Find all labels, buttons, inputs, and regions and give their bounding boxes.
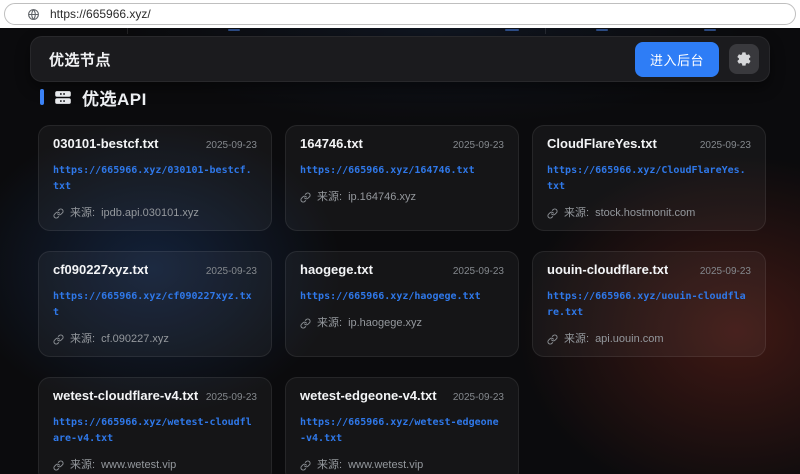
source-value: ip.haogege.xyz	[348, 316, 422, 330]
card-date: 2025-09-23	[206, 266, 257, 277]
card-url-link[interactable]: https://665966.xyz/164746.txt	[300, 163, 504, 179]
link-icon	[300, 318, 311, 329]
card-source: 来源: stock.hostmonit.com	[547, 206, 751, 220]
card-source: 来源: ipdb.api.030101.xyz	[53, 206, 257, 220]
page-background: 优选节点 进入后台 优选API 030101-b	[0, 28, 800, 474]
card-title: wetest-cloudflare-v4.txt	[53, 388, 198, 404]
scrolled-content-remnant	[545, 28, 546, 34]
card-url-link[interactable]: https://665966.xyz/haogege.txt	[300, 289, 504, 305]
card-title: cf090227xyz.txt	[53, 262, 148, 278]
card-source: 来源: api.uouin.com	[547, 332, 751, 346]
card-url-link[interactable]: https://665966.xyz/uouin-cloudflare.txt	[547, 289, 751, 321]
card-source: 来源: ip.164746.xyz	[300, 190, 504, 204]
card-title: wetest-edgeone-v4.txt	[300, 388, 437, 404]
card-title: uouin-cloudflare.txt	[547, 262, 668, 278]
source-label: 来源:	[317, 316, 342, 330]
card-title: haogege.txt	[300, 262, 373, 278]
source-value: www.wetest.vip	[348, 458, 423, 472]
sticky-header: 优选节点 进入后台	[30, 36, 770, 82]
source-label: 来源:	[70, 206, 95, 220]
link-icon	[53, 208, 64, 219]
api-card: uouin-cloudflare.txt 2025-09-23 https://…	[532, 251, 766, 357]
card-url-link[interactable]: https://665966.xyz/wetest-edgeone-v4.txt	[300, 415, 504, 447]
link-icon	[300, 192, 311, 203]
api-card: haogege.txt 2025-09-23 https://665966.xy…	[285, 251, 519, 357]
card-date: 2025-09-23	[700, 266, 751, 277]
card-header: 030101-bestcf.txt 2025-09-23	[53, 136, 257, 152]
scrolled-content-remnant	[704, 29, 716, 31]
source-label: 来源:	[564, 206, 589, 220]
api-card: 164746.txt 2025-09-23 https://665966.xyz…	[285, 125, 519, 231]
card-url-link[interactable]: https://665966.xyz/CloudFlareYes.txt	[547, 163, 751, 195]
card-date: 2025-09-23	[700, 140, 751, 151]
link-icon	[300, 460, 311, 471]
source-value: stock.hostmonit.com	[595, 206, 695, 220]
api-card: wetest-edgeone-v4.txt 2025-09-23 https:/…	[285, 377, 519, 474]
link-icon	[53, 460, 64, 471]
card-header: CloudFlareYes.txt 2025-09-23	[547, 136, 751, 152]
source-label: 来源:	[564, 332, 589, 346]
card-header: cf090227xyz.txt 2025-09-23	[53, 262, 257, 278]
api-card-grid: 030101-bestcf.txt 2025-09-23 https://665…	[38, 125, 766, 474]
card-url-link[interactable]: https://665966.xyz/wetest-cloudflare-v4.…	[53, 415, 257, 447]
section-title: 优选API	[82, 85, 147, 110]
link-icon	[547, 334, 558, 345]
card-source: 来源: www.wetest.vip	[53, 458, 257, 472]
source-label: 来源:	[70, 458, 95, 472]
source-label: 来源:	[70, 332, 95, 346]
card-date: 2025-09-23	[453, 392, 504, 403]
card-title: 164746.txt	[300, 136, 363, 152]
api-card: CloudFlareYes.txt 2025-09-23 https://665…	[532, 125, 766, 231]
address-bar[interactable]: https://665966.xyz/	[4, 3, 796, 25]
card-title: CloudFlareYes.txt	[547, 136, 657, 152]
source-value: www.wetest.vip	[101, 458, 176, 472]
card-header: wetest-cloudflare-v4.txt 2025-09-23	[53, 388, 257, 404]
scrolled-content-remnant	[505, 29, 519, 31]
settings-button[interactable]	[729, 44, 759, 74]
link-icon	[547, 208, 558, 219]
card-header: wetest-edgeone-v4.txt 2025-09-23	[300, 388, 504, 404]
url-text: https://665966.xyz/	[50, 7, 151, 21]
api-card: cf090227xyz.txt 2025-09-23 https://66596…	[38, 251, 272, 357]
source-value: api.uouin.com	[595, 332, 664, 346]
site-info-icon[interactable]	[27, 8, 40, 21]
card-source: 来源: ip.haogege.xyz	[300, 316, 504, 330]
source-value: ip.164746.xyz	[348, 190, 416, 204]
card-title: 030101-bestcf.txt	[53, 136, 159, 152]
browser-chrome: https://665966.xyz/	[0, 0, 800, 28]
card-source: 来源: www.wetest.vip	[300, 458, 504, 472]
server-icon	[53, 89, 73, 106]
source-value: cf.090227.xyz	[101, 332, 169, 346]
scrolled-content-remnant	[596, 29, 608, 31]
link-icon	[53, 334, 64, 345]
card-date: 2025-09-23	[453, 266, 504, 277]
source-label: 来源:	[317, 190, 342, 204]
card-date: 2025-09-23	[206, 140, 257, 151]
card-date: 2025-09-23	[206, 392, 257, 403]
page-title: 优选节点	[49, 49, 111, 70]
api-card: 030101-bestcf.txt 2025-09-23 https://665…	[38, 125, 272, 231]
card-header: 164746.txt 2025-09-23	[300, 136, 504, 152]
card-header: uouin-cloudflare.txt 2025-09-23	[547, 262, 751, 278]
api-card: wetest-cloudflare-v4.txt 2025-09-23 http…	[38, 377, 272, 474]
source-value: ipdb.api.030101.xyz	[101, 206, 199, 220]
scrolled-content-remnant	[228, 29, 240, 31]
section-header: 优选API	[40, 86, 147, 108]
card-source: 来源: cf.090227.xyz	[53, 332, 257, 346]
card-header: haogege.txt 2025-09-23	[300, 262, 504, 278]
enter-admin-button[interactable]: 进入后台	[635, 42, 719, 77]
card-url-link[interactable]: https://665966.xyz/030101-bestcf.txt	[53, 163, 257, 195]
card-url-link[interactable]: https://665966.xyz/cf090227xyz.txt	[53, 289, 257, 321]
gear-icon	[736, 51, 752, 67]
section-accent-bar	[40, 89, 44, 105]
source-label: 来源:	[317, 458, 342, 472]
card-date: 2025-09-23	[453, 140, 504, 151]
scrolled-content-remnant	[127, 28, 128, 34]
